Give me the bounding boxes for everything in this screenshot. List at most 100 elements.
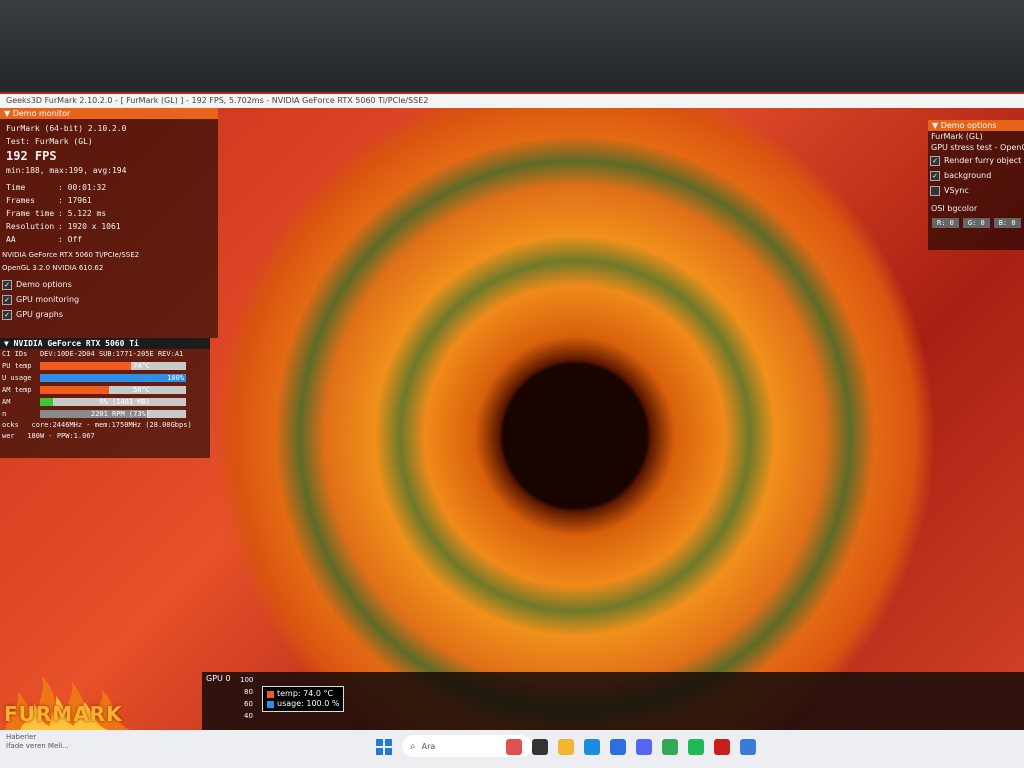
window-title: Geeks3D FurMark 2.10.2.0 - [ FurMark (GL… <box>0 94 1024 108</box>
graph-axis-label: 80 <box>244 688 253 696</box>
graph-title: GPU 0 <box>206 674 231 683</box>
store-icon[interactable] <box>610 739 626 755</box>
stat-row: Time : 00:01:32 <box>0 181 218 194</box>
news-widget[interactable]: Haberler İfade veren Meli... <box>6 733 69 751</box>
osi-bgcolor-label: OSI bgcolor <box>931 204 978 213</box>
gpu-sensor-row: U usage 100% <box>0 372 210 384</box>
checkbox-label: background <box>944 171 992 180</box>
checkbox-icon[interactable]: ✓ <box>2 294 12 305</box>
sensor-bar-fill <box>40 386 109 394</box>
demo-monitor-panel: ▼ Demo monitor FurMark (64-bit) 2.10.2.0… <box>0 108 218 338</box>
sensor-value: 100% <box>167 374 184 382</box>
pci-ids: CI IDs DEV:10DE-2D04 SUB:1771-205E REV:A… <box>2 350 184 358</box>
bgcolor-field[interactable]: R: 0 <box>932 218 959 228</box>
task-view-icon[interactable] <box>532 739 548 755</box>
options-checks: ✓ Render furry object ✓ background VSync <box>928 153 1024 198</box>
stat-value: : 5.122 ms <box>58 209 107 218</box>
sensor-label: AM temp <box>2 386 32 394</box>
checkbox-label: Demo options <box>16 280 72 289</box>
clocks: ocks core:2446MHz - mem:1750MHz (28.00Gb… <box>2 421 192 429</box>
sensor-value: 9% (1461 MB) <box>99 398 150 406</box>
demo-options-header[interactable]: ▼ Demo options <box>928 120 1024 131</box>
monitor-option[interactable]: ✓ GPU graphs <box>0 307 218 322</box>
sensor-bar-fill <box>40 398 54 406</box>
stat-label: AA <box>6 235 16 244</box>
stat-row: Frames : 17961 <box>0 194 218 207</box>
sensor-bar: 100% <box>40 374 186 382</box>
stat-row: AA : Off <box>0 233 218 246</box>
edge-icon[interactable] <box>584 739 600 755</box>
legend-label: temp: 74.0 °C <box>277 689 334 698</box>
bgcolor-field[interactable]: B: 0 <box>993 218 1021 228</box>
gpu-sensor-row: n 2201 RPM (73%) <box>0 408 210 420</box>
legend-label: usage: 100.0 % <box>277 699 340 708</box>
sensor-bar-fill <box>40 362 131 370</box>
file-explorer-icon[interactable] <box>558 739 574 755</box>
stat-value: : 17961 <box>58 196 92 205</box>
demo-option[interactable]: VSync <box>928 183 1024 198</box>
monitor-options: ✓ Demo options ✓ GPU monitoring ✓ GPU graphs <box>0 277 218 322</box>
demo-option[interactable]: ✓ background <box>928 168 1024 183</box>
sensor-value: 56°C <box>133 386 150 394</box>
gpu-sensor-row: AM temp 56°C <box>0 384 210 396</box>
checkbox-label: GPU graphs <box>16 310 64 319</box>
news-title: Haberler <box>6 733 37 741</box>
graph-legend: temp: 74.0 °C usage: 100.0 % <box>262 686 345 712</box>
monitor-bezel <box>0 0 1024 92</box>
bgcolor-field[interactable]: G: 0 <box>962 218 990 228</box>
demo-options-panel: ▼ Demo options FurMark (GL) GPU stress t… <box>928 120 1024 250</box>
stat-value: : 00:01:32 <box>58 183 107 192</box>
sensor-bar: 2201 RPM (73%) <box>40 410 186 418</box>
checkbox-icon[interactable]: ✓ <box>2 279 12 290</box>
chrome-icon[interactable] <box>662 739 678 755</box>
osi-bgcolor-fields: R: 0 G: 0 B: 0 <box>928 218 1024 228</box>
gpu-sensor-row: AM 9% (1461 MB) <box>0 396 210 408</box>
gpu-monitor-header[interactable]: ▼ NVIDIA GeForce RTX 5060 Ti <box>0 338 210 349</box>
checkbox-label: GPU monitoring <box>16 295 80 304</box>
fps-value: 192 FPS <box>6 149 57 163</box>
legend-swatch <box>267 700 274 708</box>
legend-item: usage: 100.0 % <box>267 699 339 709</box>
stat-label: Frames <box>6 196 35 205</box>
checkbox-icon[interactable]: ✓ <box>930 155 940 166</box>
start-button[interactable] <box>376 739 392 755</box>
sensor-bar: 74°C <box>40 362 186 370</box>
legend-swatch <box>267 690 274 698</box>
stat-label: Time <box>6 183 26 192</box>
spotify-icon[interactable] <box>688 739 704 755</box>
gpu-monitor-panel: ▼ NVIDIA GeForce RTX 5060 Ti CI IDs DEV:… <box>0 338 210 458</box>
stat-value: : Off <box>58 235 83 244</box>
opengl-version: OpenGL 3.2.0 NVIDIA 610.62 <box>2 264 104 272</box>
monitor-option[interactable]: ✓ GPU monitoring <box>0 292 218 307</box>
checkbox-icon[interactable] <box>930 185 940 196</box>
stats-list: Time : 00:01:32 Frames : 17961 Frame time: 5… <box>0 181 218 246</box>
furmark-icon[interactable] <box>714 739 730 755</box>
sensor-bar: 9% (1461 MB) <box>40 398 186 406</box>
widgets-icon[interactable] <box>506 739 522 755</box>
demo-monitor-header[interactable]: ▼ Demo monitor <box>0 108 218 119</box>
checkbox-icon[interactable]: ✓ <box>930 170 940 181</box>
gpu-sensor-row: PU temp 74°C <box>0 360 210 372</box>
sensor-value: 74°C <box>133 362 150 370</box>
app-icon[interactable] <box>740 739 756 755</box>
search-icon: ⌕ <box>410 740 416 752</box>
sensor-label: U usage <box>2 374 32 382</box>
options-subtitle: GPU stress test - OpenGL 3 <box>931 143 1024 152</box>
app-version: FurMark (64-bit) 2.10.2.0 <box>6 124 127 133</box>
monitor-option[interactable]: ✓ Demo options <box>0 277 218 292</box>
stat-row: Resolution: 1920 x 1061 <box>0 220 218 233</box>
news-subtitle: İfade veren Meli... <box>6 742 69 750</box>
stat-label: Resolution <box>6 222 55 231</box>
demo-option[interactable]: ✓ Render furry object <box>928 153 1024 168</box>
legend-item: temp: 74.0 °C <box>267 689 339 699</box>
screen: Geeks3D FurMark 2.10.2.0 - [ FurMark (GL… <box>0 92 1024 768</box>
checkbox-label: Render furry object <box>944 156 1022 165</box>
power: wer 180W - PPW:1.067 <box>2 432 95 440</box>
discord-icon[interactable] <box>636 739 652 755</box>
sensor-bar: 56°C <box>40 386 186 394</box>
fps-stats: min:188, max:199, avg:194 <box>6 166 127 175</box>
sensor-label: n <box>2 410 7 418</box>
checkbox-icon[interactable]: ✓ <box>2 309 12 320</box>
options-api: FurMark (GL) <box>931 132 983 141</box>
stat-label: Frame time <box>6 209 55 218</box>
